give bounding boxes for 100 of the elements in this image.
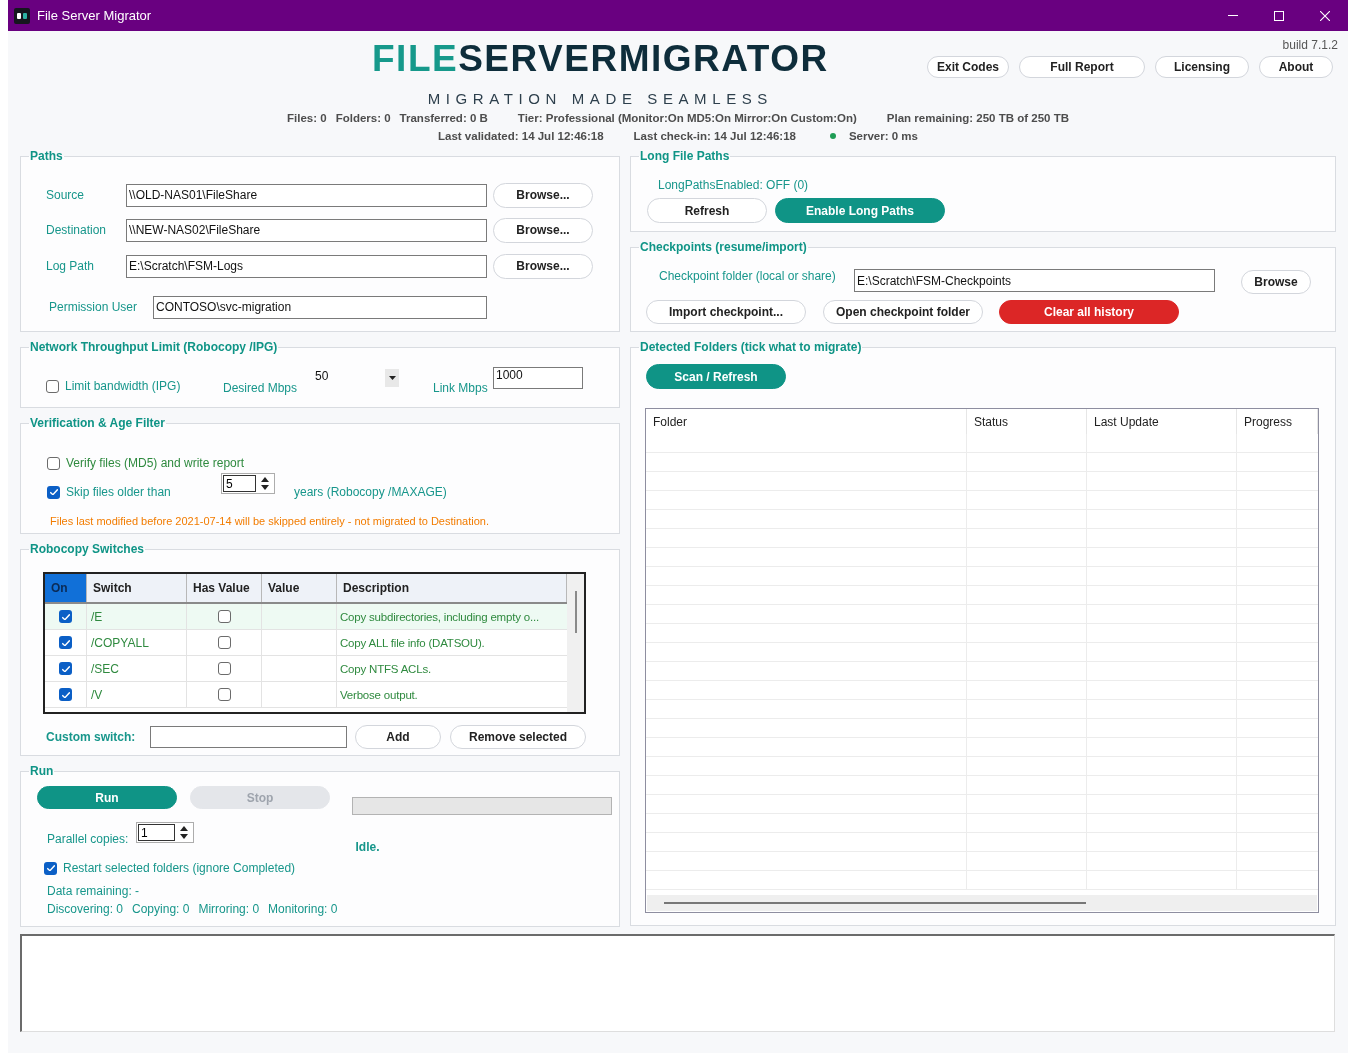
section-title: Run	[29, 764, 55, 778]
vertical-scrollbar[interactable]	[567, 574, 584, 712]
scan-refresh-button[interactable]: Scan / Refresh	[646, 364, 786, 389]
section-title: Checkpoints (resume/import)	[639, 240, 808, 254]
checkbox[interactable]	[59, 610, 72, 623]
section-title: Detected Folders (tick what to migrate)	[639, 340, 863, 354]
column-header[interactable]: Status	[967, 409, 1087, 434]
desired-mbps-dropdown[interactable]: 50	[315, 369, 399, 387]
status-text: Idle.	[355, 840, 380, 854]
table-row[interactable]: /E Copy subdirectories, including empty o...	[45, 604, 567, 630]
years-spinner[interactable]: 5	[221, 473, 275, 494]
add-button[interactable]: Add	[355, 725, 441, 749]
caret-up-icon[interactable]	[261, 477, 269, 482]
table-cell: Copy subdirectories, including empty o...	[340, 609, 539, 624]
data-remaining-text: Data remaining: -	[46, 884, 140, 898]
checkmark-icon	[61, 691, 70, 698]
header-button[interactable]: About	[1259, 56, 1333, 78]
checkbox[interactable]	[59, 636, 72, 649]
table-cell: Copy NTFS ACLs.	[340, 661, 431, 676]
checkbox[interactable]	[46, 379, 59, 393]
column-header[interactable]: Value	[262, 574, 337, 602]
link-mbps-input[interactable]: 1000	[493, 367, 583, 389]
caret-down-icon[interactable]	[180, 834, 188, 839]
path-input[interactable]: \\OLD-NAS01\FileShare	[126, 183, 487, 207]
horizontal-scrollbar[interactable]	[647, 895, 1317, 911]
checkmark-icon	[49, 489, 58, 495]
header-button[interactable]: Licensing	[1155, 56, 1249, 78]
section-title: Robocopy Switches	[29, 542, 146, 556]
checkbox[interactable]	[217, 688, 231, 701]
close-icon[interactable]	[1320, 10, 1330, 21]
section-title: Paths	[29, 149, 64, 163]
open-folder-button[interactable]: Open checkpoint folder	[823, 300, 983, 324]
window-title: File Server Migrator	[37, 6, 152, 25]
parallel-copies-spinner[interactable]: 1	[136, 822, 194, 843]
column-header[interactable]: Has Value	[187, 574, 262, 602]
table-cell: /COPYALL	[91, 635, 149, 650]
section-title: Network Throughput Limit (Robocopy /IPG)	[29, 340, 279, 354]
column-header[interactable]: Folder	[646, 409, 967, 434]
checkbox-label: Limit bandwidth (IPG)	[65, 379, 181, 393]
table-row[interactable]: /SEC Copy NTFS ACLs.	[45, 656, 567, 682]
tagline: MIGRATION MADE SEAMLESS	[427, 91, 773, 107]
caret-up-icon[interactable]	[180, 826, 188, 831]
field-label: Link Mbps	[433, 381, 489, 395]
header-button[interactable]: Exit Codes	[927, 56, 1009, 78]
refresh-button[interactable]: Refresh	[647, 198, 767, 223]
enable-long-paths-button[interactable]: Enable Long Paths	[775, 198, 945, 223]
clear-history-button[interactable]: Clear all history	[999, 300, 1179, 324]
column-header[interactable]: Last Update	[1087, 409, 1237, 434]
table-cell: Verbose output.	[340, 687, 418, 702]
field-label: Custom switch:	[46, 730, 137, 744]
warning-text: Files last modified before 2021-07-14 will be skipped entirely - not migrated to Destination.	[49, 515, 490, 528]
checkbox[interactable]	[59, 688, 72, 701]
field-label: Log Path	[46, 259, 96, 273]
import-checkpoint-button[interactable]: Import checkpoint...	[646, 300, 806, 324]
checkbox[interactable]	[47, 456, 60, 470]
checkbox[interactable]	[217, 662, 231, 675]
stat-text: Transferred: 0 B	[399, 111, 488, 125]
browse-button[interactable]: Browse...	[493, 217, 593, 243]
last-check-in-text: Last check-in: 14 Jul 12:46:18	[633, 129, 796, 143]
caret-down-icon[interactable]	[261, 485, 269, 490]
browse-button[interactable]: Browse...	[493, 182, 593, 208]
plan-text: Plan remaining: 250 TB of 250 TB	[886, 111, 1069, 125]
table-row[interactable]: /V Verbose output.	[45, 682, 567, 708]
stat-text: Files: 0	[287, 111, 327, 125]
browse-button[interactable]: Browse...	[493, 253, 593, 279]
caret-down-icon[interactable]	[388, 376, 396, 380]
checkbox[interactable]	[217, 610, 231, 623]
column-header[interactable]: Switch	[87, 574, 187, 602]
checkbox[interactable]	[47, 485, 60, 499]
path-input[interactable]: \\NEW-NAS02\FileShare	[126, 218, 487, 242]
browse-button[interactable]: Browse	[1241, 270, 1311, 294]
build-version: build 7.1.2	[1282, 38, 1338, 52]
checkpoint-folder-input[interactable]: E:\Scratch\FSM-Checkpoints	[854, 269, 1215, 292]
checkbox[interactable]	[217, 636, 231, 649]
column-header[interactable]: Progress	[1237, 409, 1318, 434]
checkmark-icon	[61, 613, 70, 620]
tier-text: Tier: Professional (Monitor:On MD5:On Mirror:On Custom:On)	[517, 111, 857, 125]
path-input[interactable]: E:\Scratch\FSM-Logs	[126, 254, 487, 278]
maximize-icon[interactable]	[1274, 10, 1284, 21]
log-output-field[interactable]	[20, 934, 1335, 1032]
checkbox-label: Restart selected folders (ignore Completed)	[63, 861, 296, 875]
table-row[interactable]: /COPYALL Copy ALL file info (DATSOU).	[45, 630, 567, 656]
counter-text: Mirroring: 0	[198, 902, 260, 916]
table-cell: /SEC	[91, 661, 119, 676]
checkbox-label: Skip files older than	[66, 485, 171, 499]
last-validated-text: Last validated: 14 Jul 12:46:18	[438, 129, 604, 143]
header-button[interactable]: Full Report	[1019, 56, 1145, 78]
counter-text: Discovering: 0	[47, 902, 124, 916]
checkbox[interactable]	[44, 861, 57, 875]
section-title: Long File Paths	[639, 149, 731, 163]
custom-switch-input[interactable]	[150, 726, 347, 748]
checkbox[interactable]	[59, 662, 72, 675]
section-title: Verification & Age Filter	[29, 416, 166, 430]
field-hint: years (Robocopy /MAXAGE)	[294, 485, 447, 499]
run-button[interactable]: Run	[37, 786, 177, 809]
logo-wordmark: FILESERVERMIGRATOR	[372, 40, 829, 77]
remove-selected-button[interactable]: Remove selected	[450, 725, 586, 749]
counter-text: Copying: 0	[132, 902, 190, 916]
text-input[interactable]: CONTOSO\svc-migration	[153, 295, 487, 319]
field-label: Permission User	[49, 300, 139, 314]
